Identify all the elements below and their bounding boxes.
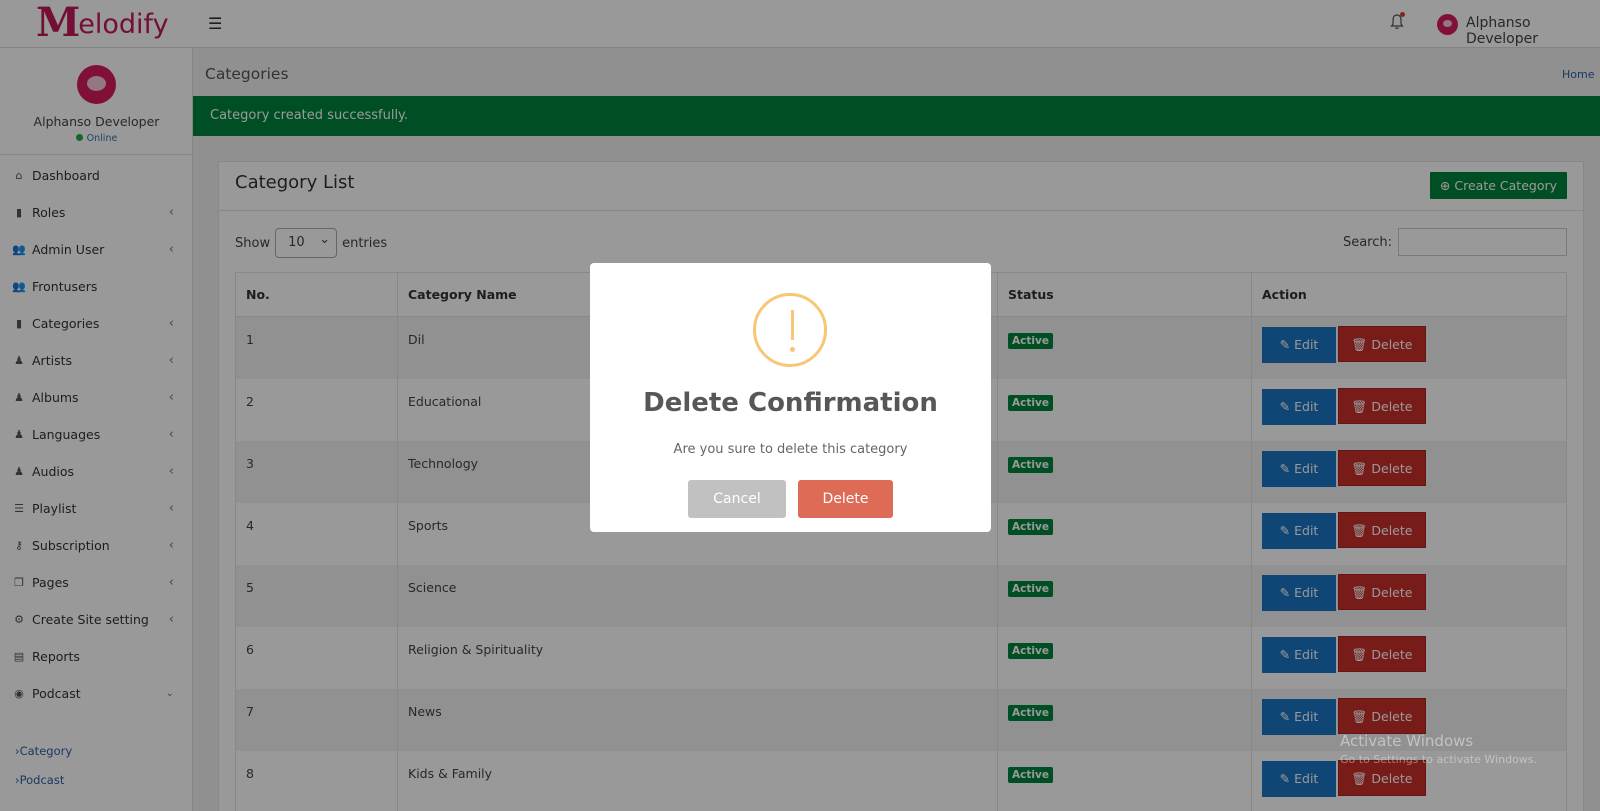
delete-confirmation-modal: Delete Confirmation Are you sure to dele…: [590, 263, 991, 532]
warning-icon-line: [791, 310, 794, 340]
activate-windows-subtitle: Go to Settings to activate Windows.: [1340, 753, 1538, 766]
warning-icon: [753, 293, 827, 367]
modal-title: Delete Confirmation: [643, 388, 938, 418]
activate-windows-watermark: Activate Windows: [1340, 732, 1474, 750]
confirm-delete-button[interactable]: Delete: [798, 480, 893, 518]
cancel-button[interactable]: Cancel: [688, 480, 786, 518]
warning-icon-dot: [790, 347, 795, 352]
modal-message: Are you sure to delete this category: [673, 442, 908, 457]
